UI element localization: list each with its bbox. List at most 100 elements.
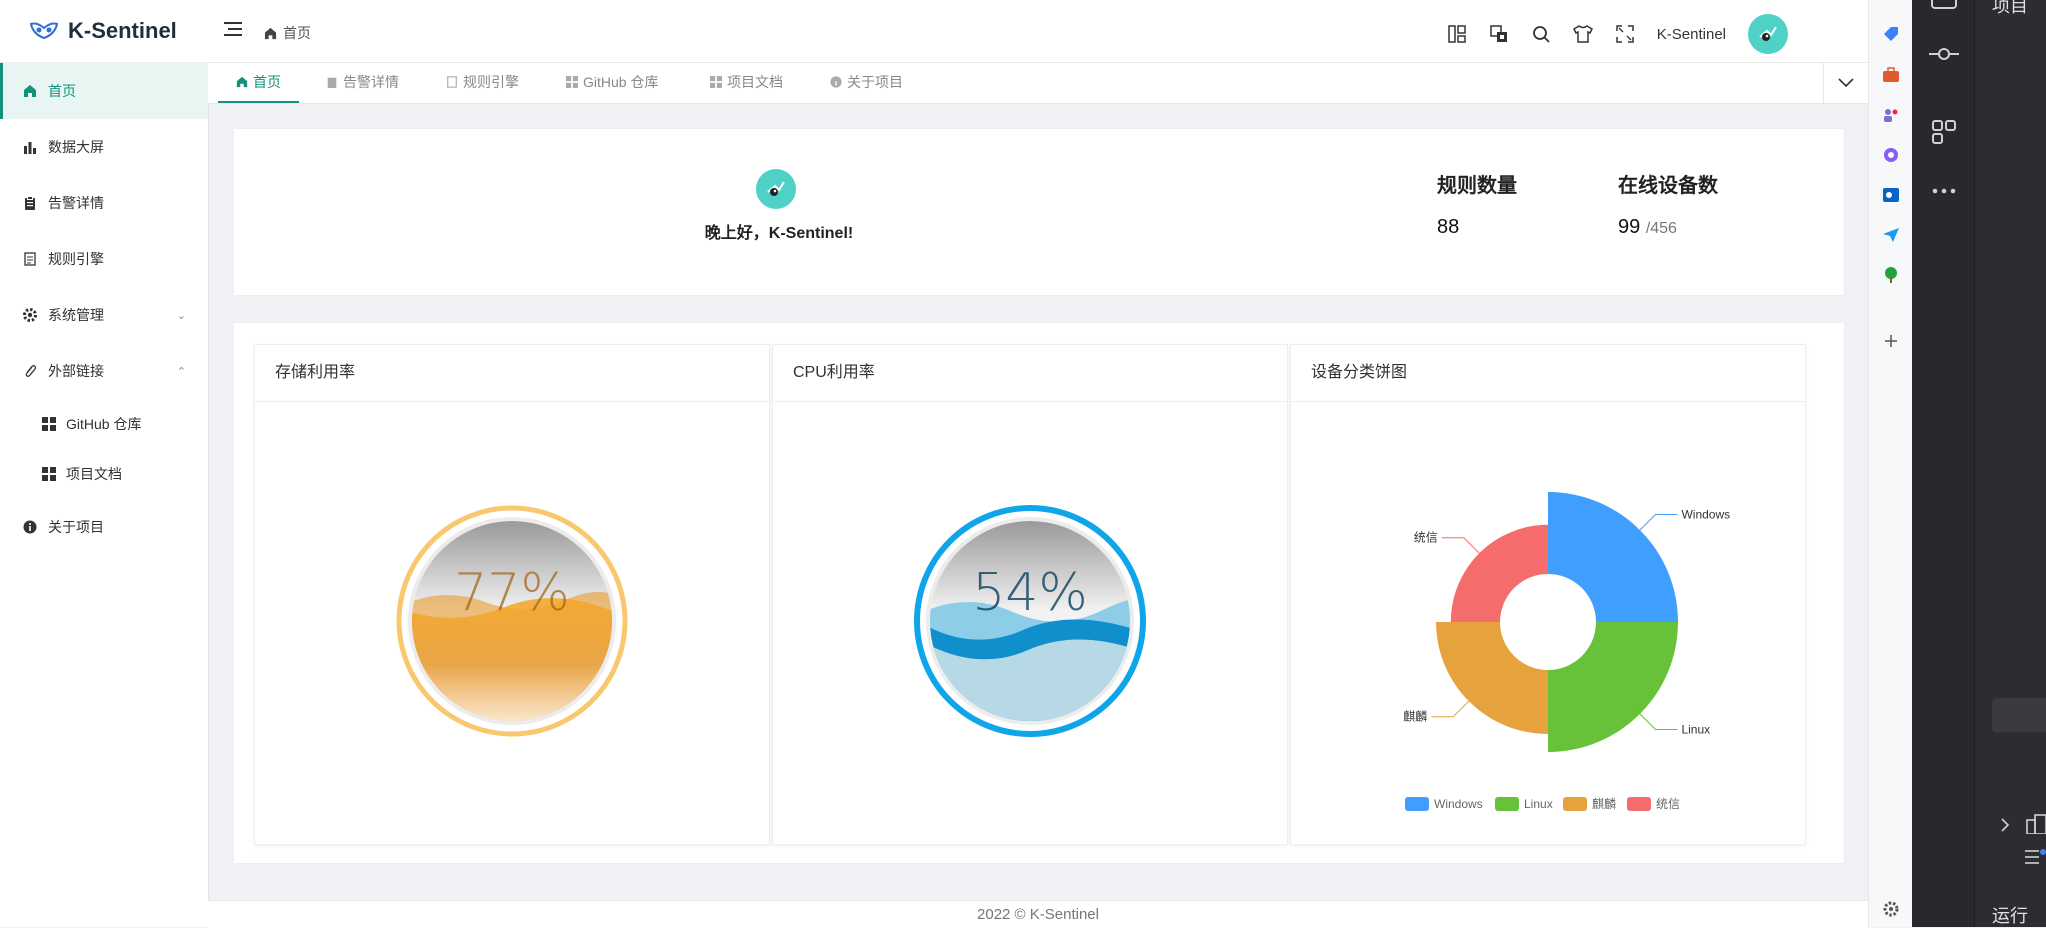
- sidebar: K-Sentinel 首页 数据大屏 告警详情 规则引擎 系统管理 ⌄ 外部链接…: [0, 0, 209, 927]
- building-icon[interactable]: [2025, 814, 2046, 834]
- home-icon: [236, 76, 248, 88]
- sidebar-item-about[interactable]: 关于项目: [0, 499, 208, 555]
- tab-rules[interactable]: 规则引擎: [446, 63, 519, 101]
- tab-label: GitHub 仓库: [583, 74, 659, 90]
- tab-home[interactable]: 首页: [218, 63, 299, 103]
- pie-label: 统信: [1414, 531, 1438, 545]
- menu-toggle-icon[interactable]: [224, 22, 242, 36]
- tab-github[interactable]: GitHub 仓库: [566, 63, 658, 101]
- ide-input-box[interactable]: [1992, 698, 2046, 732]
- grid-icon: [42, 467, 56, 481]
- tab-about[interactable]: 关于项目: [830, 63, 903, 101]
- ide-project-label[interactable]: 项目: [1992, 0, 2028, 18]
- header-actions: K-Sentinel: [1447, 14, 1788, 54]
- info-icon: [830, 76, 842, 88]
- structure-icon[interactable]: [1932, 120, 1956, 144]
- sidebar-item-rules[interactable]: 规则引擎: [0, 231, 208, 287]
- gear-icon: [22, 307, 38, 323]
- devices-total: /456: [1645, 220, 1677, 237]
- ide-run-label[interactable]: 运行: [1992, 902, 2028, 928]
- window-icon[interactable]: [1931, 0, 1957, 10]
- cpu-liquid-gauge: 54%: [914, 505, 1146, 737]
- people-icon[interactable]: [1882, 106, 1900, 124]
- tab-label: 首页: [253, 74, 281, 90]
- settings-gear-icon[interactable]: [1882, 900, 1900, 918]
- legend-item-Linux[interactable]: Linux: [1495, 797, 1553, 811]
- sidebar-item-label: 规则引擎: [48, 251, 104, 267]
- breadcrumb-current[interactable]: 首页: [283, 23, 311, 43]
- legend-item-麒麟[interactable]: 麒麟: [1563, 796, 1616, 811]
- grid-icon: [710, 76, 722, 88]
- tab-label: 关于项目: [847, 74, 903, 90]
- footer: 2022 © K-Sentinel: [208, 900, 1868, 928]
- app-logo[interactable]: K-Sentinel: [0, 0, 208, 63]
- tab-alerts[interactable]: 告警详情: [326, 63, 399, 101]
- rules-stat-value: 88: [1437, 216, 1460, 238]
- bar-chart-icon: [22, 139, 38, 155]
- outlook-icon[interactable]: [1882, 186, 1900, 204]
- legend-label: 统信: [1656, 797, 1680, 811]
- ide-side-panel: 项目 运行: [1912, 0, 2046, 927]
- commit-icon[interactable]: [1929, 47, 1959, 61]
- devices-online: 99: [1618, 216, 1641, 238]
- copilot-icon[interactable]: [1882, 146, 1900, 164]
- sidebar-subitem-docs[interactable]: 项目文档: [0, 449, 208, 499]
- sidebar-subitem-github[interactable]: GitHub 仓库: [0, 399, 208, 449]
- pie-label: Linux: [1681, 722, 1710, 736]
- sidebar-item-home[interactable]: 首页: [0, 63, 208, 119]
- pie-slice-Windows[interactable]: [1548, 492, 1678, 622]
- add-icon[interactable]: [1882, 332, 1900, 350]
- app-name: K-Sentinel: [68, 18, 177, 43]
- tabs-dropdown-button[interactable]: [1823, 63, 1868, 103]
- tab-label: 规则引擎: [463, 74, 519, 90]
- list-icon[interactable]: [2025, 848, 2046, 866]
- cpu-panel: CPU利用率 54%: [772, 344, 1288, 845]
- layout-icon[interactable]: [1447, 24, 1467, 44]
- legend-item-Windows[interactable]: Windows: [1405, 797, 1483, 811]
- gauge-value: 54%: [972, 563, 1088, 623]
- sidebar-item-system[interactable]: 系统管理 ⌄: [0, 287, 208, 343]
- pie-slice-Linux[interactable]: [1548, 622, 1678, 752]
- chevron-down-icon: ⌄: [176, 310, 186, 322]
- tree-icon[interactable]: [1882, 266, 1900, 284]
- legend-swatch: [1405, 797, 1429, 811]
- ide-tool-column: [1912, 0, 1975, 927]
- pie-label: 麒麟: [1403, 709, 1427, 724]
- sidebar-item-external-links[interactable]: 外部链接 ⌃: [0, 343, 208, 399]
- storage-liquid-gauge: 77%: [396, 505, 628, 737]
- search-icon[interactable]: [1531, 24, 1551, 44]
- avatar[interactable]: [1748, 14, 1788, 54]
- avatar: [756, 169, 796, 209]
- sidebar-item-label: 首页: [48, 83, 76, 99]
- sidebar-item-alerts[interactable]: 告警详情: [0, 175, 208, 231]
- chevron-right-icon[interactable]: [2000, 818, 2010, 832]
- device-pie-panel: 设备分类饼图 Windows Linux 麒麟 统信 Windows Linux 麒麟 统信: [1290, 344, 1806, 845]
- owl-logo-icon: [30, 22, 58, 40]
- storage-panel: 存储利用率 77%: [254, 344, 770, 845]
- sidebar-item-data-screen[interactable]: 数据大屏: [0, 119, 208, 175]
- fullscreen-icon[interactable]: [1615, 24, 1635, 44]
- legend-item-统信[interactable]: 统信: [1627, 797, 1680, 811]
- browser-sidebar: [1868, 0, 1913, 927]
- info-icon: [22, 519, 38, 535]
- tab-docs[interactable]: 项目文档: [710, 63, 783, 101]
- clipboard-icon: [326, 76, 338, 88]
- sidebar-subitem-label: 项目文档: [66, 466, 122, 482]
- top-header: 首页 K-Sentinel: [208, 0, 1868, 63]
- translate-icon[interactable]: [1489, 24, 1509, 44]
- rules-stat: 规则数量 88: [1437, 169, 1517, 239]
- document-icon: [22, 251, 38, 267]
- send-icon[interactable]: [1882, 226, 1900, 244]
- toolbox-icon[interactable]: [1882, 66, 1900, 84]
- chevron-up-icon: ⌃: [176, 366, 186, 378]
- home-icon: [22, 83, 38, 99]
- sidebar-item-label: 外部链接: [48, 363, 104, 379]
- home-icon: [264, 27, 277, 39]
- sidebar-item-label: 关于项目: [48, 519, 104, 535]
- breadcrumb: 首页: [264, 23, 311, 43]
- more-icon[interactable]: [1932, 188, 1956, 194]
- theme-shirt-icon[interactable]: [1572, 24, 1593, 44]
- tag-icon[interactable]: [1882, 26, 1900, 44]
- legend-swatch: [1563, 797, 1587, 811]
- user-name[interactable]: K-Sentinel: [1657, 26, 1726, 43]
